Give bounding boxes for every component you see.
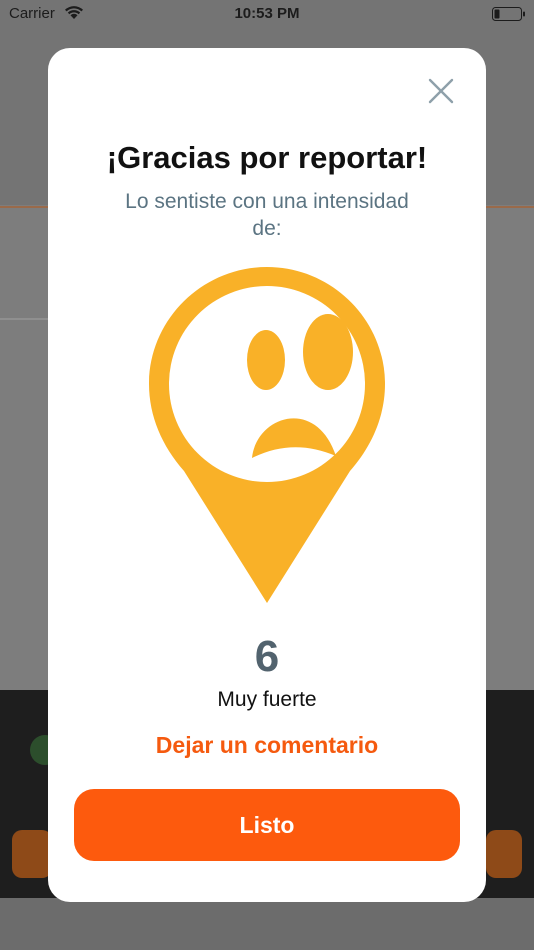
status-time: 10:53 PM <box>234 5 300 22</box>
done-button[interactable]: Listo <box>74 789 460 861</box>
modal-subtitle: Lo sentiste con una intensidad de: <box>125 190 409 240</box>
modal-title: ¡Gracias por reportar! <box>106 140 428 175</box>
status-bar: Carrier 10:53 PM <box>0 0 534 28</box>
background-divider <box>0 318 48 320</box>
screen: Carrier 10:53 PM ¡Gracias por reportar! … <box>0 0 534 950</box>
background-tab-bar <box>0 898 534 950</box>
report-thanks-modal: ¡Gracias por reportar! Lo sentiste con u… <box>48 48 486 902</box>
intensity-value: 6 <box>254 632 280 681</box>
background-button <box>486 830 522 878</box>
sad-face-pin-icon <box>149 267 385 603</box>
intensity-label: Muy fuerte <box>217 688 317 711</box>
leave-comment-link[interactable]: Dejar un comentario <box>48 732 486 759</box>
battery-icon <box>492 7 525 21</box>
background-button <box>12 830 52 878</box>
close-button[interactable] <box>426 76 456 106</box>
close-icon <box>428 78 454 104</box>
